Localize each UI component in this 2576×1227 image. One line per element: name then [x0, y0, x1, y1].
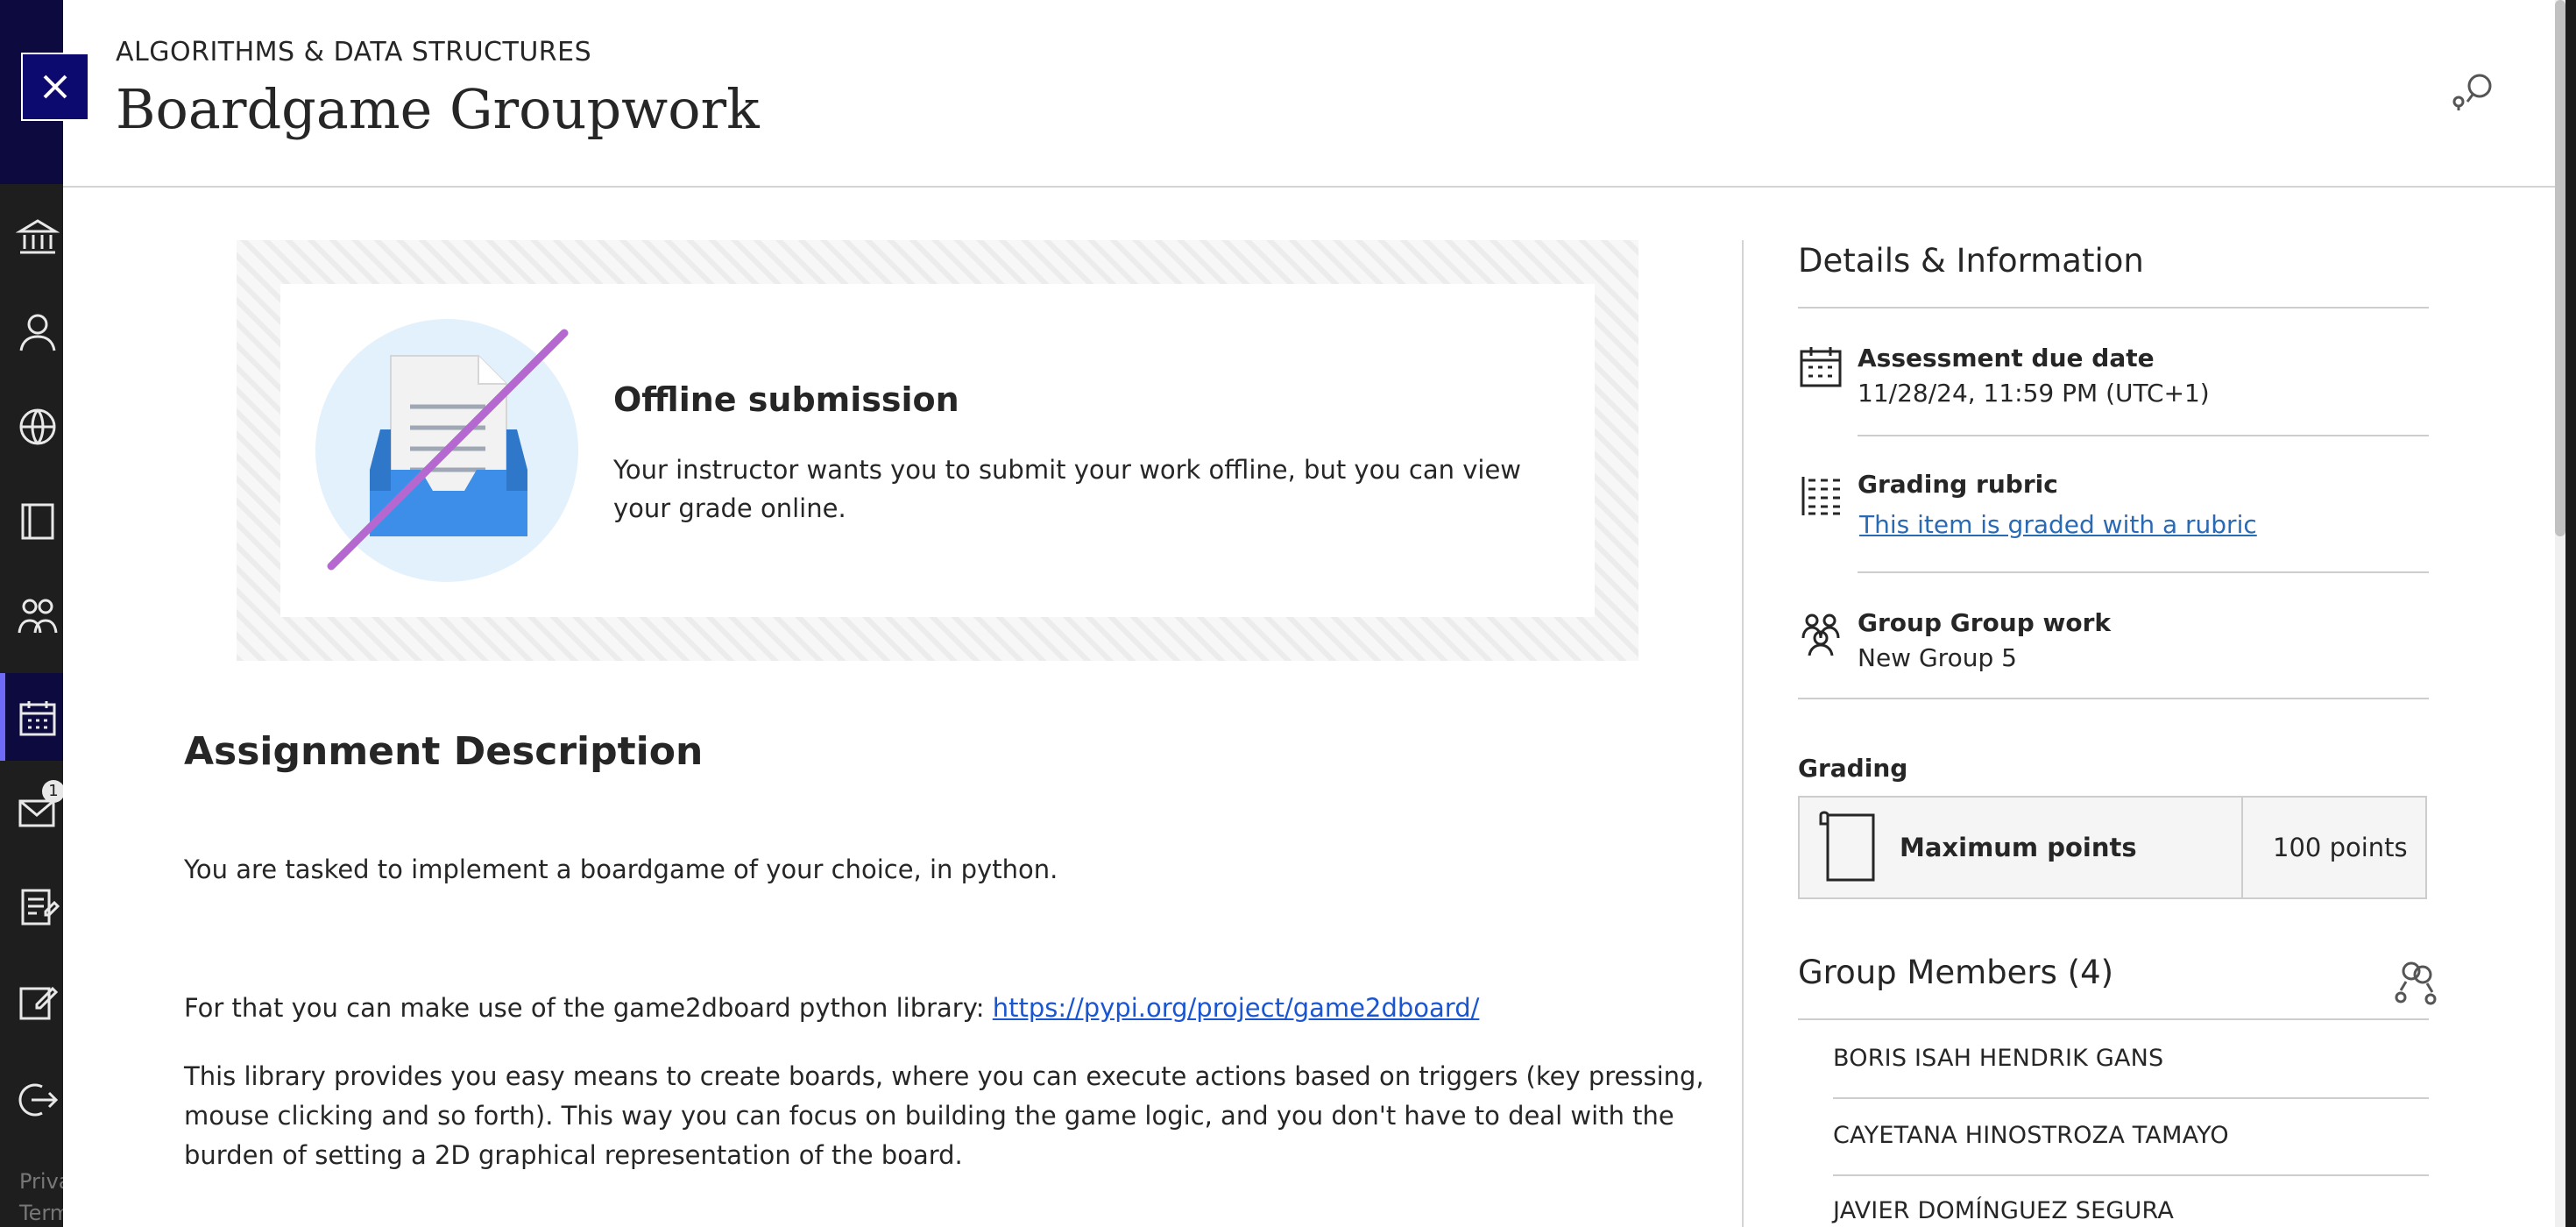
collaborate-icon[interactable] [2446, 70, 2499, 114]
close-panel-button[interactable] [21, 53, 89, 121]
description-heading: Assignment Description [184, 729, 704, 774]
description-paragraph-1: You are tasked to implement a boardgame … [184, 855, 1058, 884]
notification-badge: 1 [42, 780, 65, 803]
grading-heading: Grading [1798, 754, 1908, 783]
maximum-points-label: Maximum points [1900, 833, 2137, 862]
group-members-heading: Group Members (4) [1798, 954, 2114, 991]
document-icon [1815, 810, 1880, 883]
offline-submission-box: Offline submission Your instructor wants… [237, 240, 1638, 661]
calendar-icon [1798, 344, 1844, 389]
panel-header: ALGORITHMS & DATA STRUCTURES Boardgame G… [63, 0, 2555, 188]
member-divider [1833, 1174, 2429, 1176]
group-label: Group Group work [1858, 608, 2112, 637]
offline-illustration [315, 319, 578, 582]
courses-icon[interactable] [16, 500, 60, 543]
grades-icon[interactable] [16, 885, 60, 929]
offline-submission-card: Offline submission Your instructor wants… [280, 284, 1595, 617]
sign-out-icon[interactable] [16, 1078, 60, 1122]
institution-icon[interactable] [15, 216, 60, 259]
rubric-divider [1858, 571, 2429, 573]
maximum-points-box: Maximum points 100 points [1798, 796, 2427, 899]
page-title: Boardgame Groupwork [116, 77, 760, 141]
groups-nav-icon[interactable] [16, 594, 60, 638]
game2dboard-link[interactable]: https://pypi.org/project/game2dboard/ [993, 993, 1480, 1023]
maximum-points-value: 100 points [2273, 833, 2408, 862]
details-heading: Details & Information [1798, 242, 2144, 280]
profile-icon[interactable] [16, 310, 60, 354]
column-divider [1742, 240, 1744, 1227]
due-date-divider [1858, 435, 2429, 436]
members-divider [1798, 1018, 2429, 1020]
grading-rubric-label: Grading rubric [1858, 470, 2058, 499]
calendar-nav-icon[interactable] [16, 696, 60, 740]
tools-icon[interactable] [16, 980, 60, 1024]
course-name: ALGORITHMS & DATA STRUCTURES [116, 37, 592, 67]
due-date-label: Assessment due date [1858, 344, 2155, 372]
rubric-icon [1798, 473, 1844, 519]
group-value: New Group 5 [1858, 643, 2017, 672]
members-icon[interactable] [2394, 961, 2438, 1006]
due-date-value: 11/28/24, 11:59 PM (UTC+1) [1858, 379, 2210, 408]
globe-icon[interactable] [16, 405, 60, 449]
offline-title: Offline submission [613, 380, 959, 419]
assignment-panel: ALGORITHMS & DATA STRUCTURES Boardgame G… [63, 0, 2565, 1227]
group-member: CAYETANA HINOSTROZA TAMAYO [1833, 1122, 2229, 1149]
group-member: BORIS ISAH HENDRIK GANS [1833, 1045, 2164, 1072]
library-intro-text: For that you can make use of the game2db… [184, 993, 993, 1023]
description-paragraph-3: This library provides you easy means to … [184, 1061, 1704, 1170]
description-paragraph-2: For that you can make use of the game2db… [184, 989, 1744, 1028]
group-member: JAVIER DOMÍNGUEZ SEGURA [1833, 1197, 2175, 1224]
close-icon [43, 74, 67, 99]
nav-rail: 1 Priva Term [0, 0, 72, 1227]
details-divider [1798, 307, 2429, 309]
member-divider [1833, 1097, 2429, 1099]
grade-box-separator [2241, 798, 2243, 897]
rubric-link[interactable]: This item is graded with a rubric [1859, 510, 2257, 539]
group-icon [1798, 612, 1844, 657]
group-divider [1798, 698, 2429, 699]
scrollbar[interactable] [2555, 0, 2565, 1227]
scrollbar-thumb[interactable] [2555, 0, 2565, 536]
offline-text: Your instructor wants you to submit your… [613, 455, 1522, 523]
